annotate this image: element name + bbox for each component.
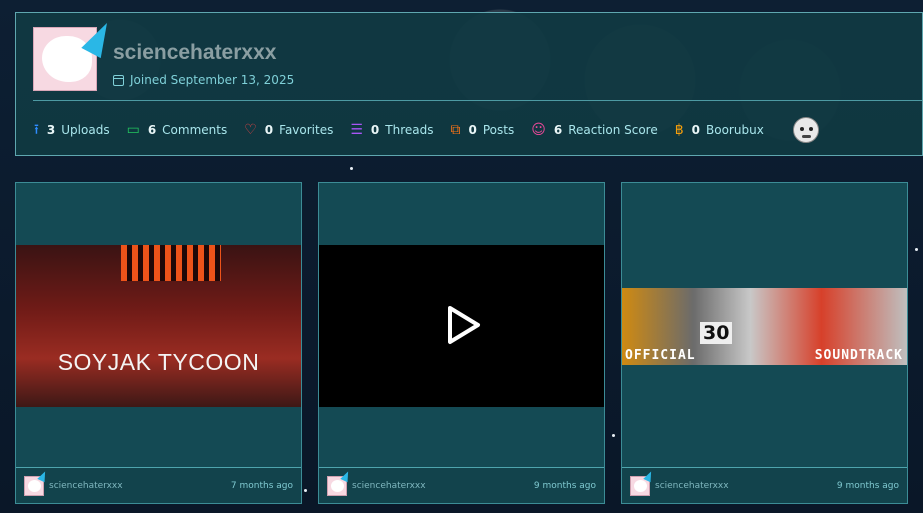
upload-card[interactable]: 30 OFFICIAL SOUNDTRACK sciencehaterxxx 9… (621, 182, 908, 504)
author-name[interactable]: sciencehaterxxx (352, 481, 426, 491)
party-hat-icon (340, 469, 352, 482)
author-name[interactable]: sciencehaterxxx (655, 481, 729, 491)
upload-card[interactable]: SOYJAK TYCOON sciencehaterxxx 7 months a… (15, 182, 302, 504)
thumbnail-text-right: SOUNDTRACK (814, 348, 903, 363)
stat-favorites[interactable]: ♡ 0 Favorites (244, 123, 333, 137)
stat-comments[interactable]: ▭ 6 Comments (127, 123, 228, 137)
card-footer: sciencehaterxxx 9 months ago (319, 467, 604, 503)
stat-reaction-score[interactable]: ☺ 6 Reaction Score (531, 123, 658, 137)
star-decoration (612, 434, 615, 437)
stat-label: Boorubux (706, 123, 764, 137)
profile-header: sciencehaterxxx Joined September 13, 202… (15, 12, 923, 156)
boorubux-icon: ฿ (674, 122, 684, 138)
upload-icon: ⭱ (34, 122, 39, 138)
thumbnail-text-left: OFFICIAL (625, 348, 696, 363)
stat-label: Favorites (279, 123, 334, 137)
joined-date: Joined September 13, 2025 (113, 73, 294, 87)
card-thumbnail[interactable] (319, 245, 604, 407)
author-name[interactable]: sciencehaterxxx (49, 481, 123, 491)
post-time: 9 months ago (836, 480, 899, 491)
stat-boorubux[interactable]: ฿ 0 Boorubux (675, 123, 764, 137)
star-decoration (915, 248, 918, 251)
profile-username: sciencehaterxxx (113, 41, 277, 64)
stat-count: 0 (691, 123, 701, 137)
card-footer: sciencehaterxxx 9 months ago (622, 467, 907, 503)
author-avatar[interactable] (327, 469, 352, 496)
reaction-icon: ☺ (531, 122, 546, 138)
stat-label: Comments (162, 123, 228, 137)
mascot-badge-icon[interactable] (792, 117, 819, 143)
stat-label: Threads (385, 123, 434, 137)
post-time: 9 months ago (533, 480, 596, 491)
card-footer: sciencehaterxxx 7 months ago (16, 467, 301, 503)
stat-label: Posts (482, 123, 515, 137)
stat-threads[interactable]: ☰ 0 Threads (350, 123, 433, 137)
comment-icon: ▭ (126, 122, 140, 138)
card-thumbnail[interactable]: 30 OFFICIAL SOUNDTRACK (622, 288, 907, 365)
stat-count: 6 (147, 123, 157, 137)
heart-icon: ♡ (244, 122, 257, 138)
stat-count: 0 (468, 123, 477, 137)
header-divider (33, 100, 922, 101)
author-avatar[interactable] (630, 469, 655, 496)
stat-label: Uploads (61, 123, 110, 137)
stat-count: 3 (46, 123, 56, 137)
upload-card[interactable]: sciencehaterxxx 9 months ago (318, 182, 605, 504)
thumbnail-number: 30 (700, 322, 733, 344)
stat-label: Reaction Score (568, 123, 658, 137)
star-decoration (304, 489, 307, 492)
card-thumbnail[interactable]: SOYJAK TYCOON (16, 245, 301, 407)
author-avatar[interactable] (24, 469, 49, 496)
play-icon[interactable] (444, 304, 482, 346)
party-hat-icon (643, 469, 655, 482)
flames-decoration (121, 245, 221, 281)
profile-avatar[interactable] (33, 17, 117, 91)
star-decoration (350, 167, 353, 170)
stat-uploads[interactable]: ⭱ 3 Uploads (34, 123, 110, 137)
party-hat-icon (37, 469, 49, 482)
thumbnail-title: SOYJAK TYCOON (57, 349, 260, 375)
stat-count: 0 (264, 123, 274, 137)
thread-icon: ☰ (350, 122, 363, 138)
posts-icon: ⧉ (450, 122, 461, 138)
profile-stats: ⭱ 3 Uploads ▭ 6 Comments ♡ 0 Favorites ☰… (34, 117, 819, 143)
post-time: 7 months ago (230, 480, 293, 491)
stat-posts[interactable]: ⧉ 0 Posts (451, 123, 515, 137)
calendar-icon (113, 74, 124, 86)
stat-count: 0 (370, 123, 380, 137)
joined-text: Joined September 13, 2025 (130, 73, 295, 87)
stat-count: 6 (553, 123, 563, 137)
